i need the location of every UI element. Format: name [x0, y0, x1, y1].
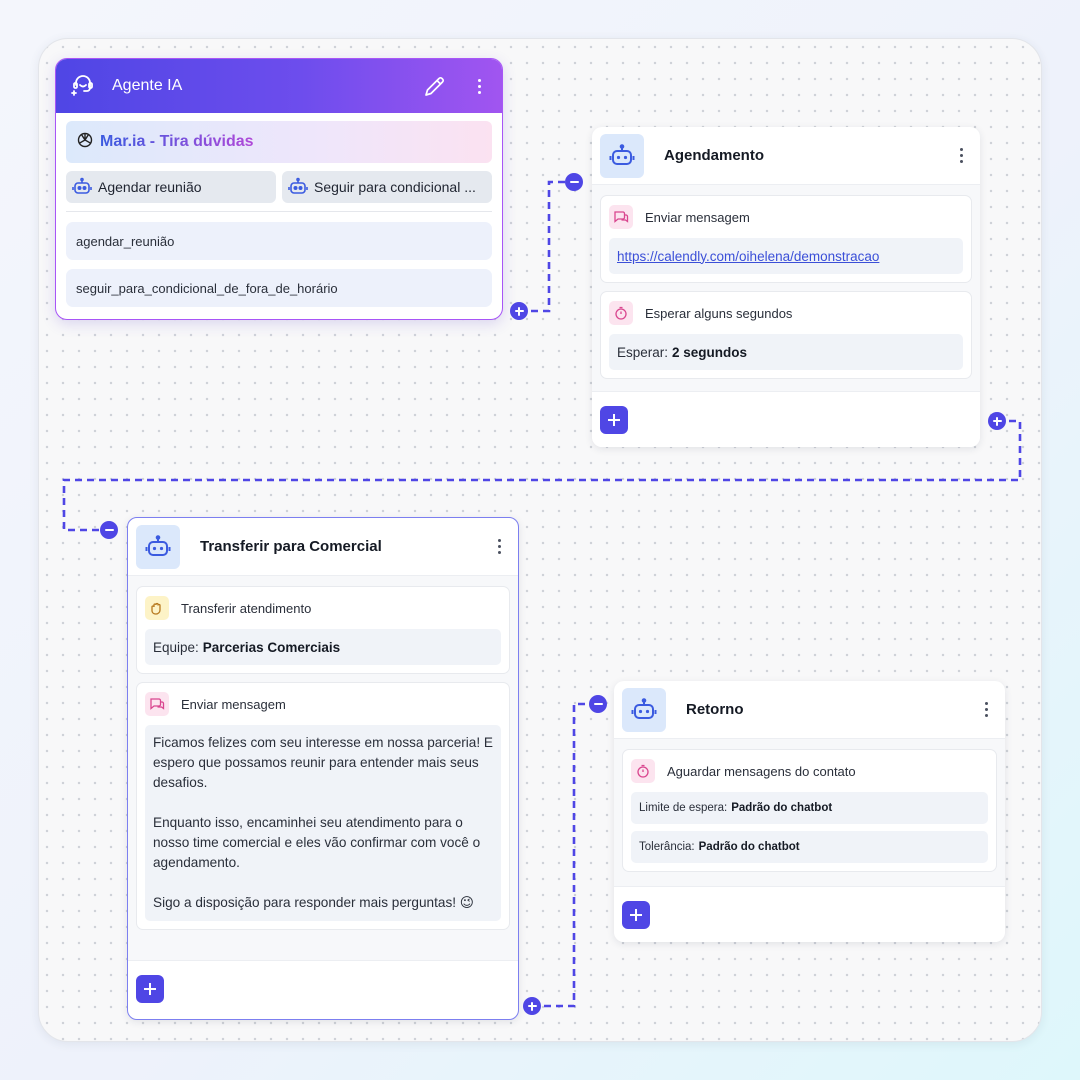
handoff-icon — [145, 596, 169, 620]
timer-icon — [631, 759, 655, 783]
robot-icon — [622, 687, 666, 732]
wait-label: Esperar: — [617, 344, 669, 360]
message-paragraph: Ficamos felizes com seu interesse em nos… — [153, 735, 493, 790]
step-await-messages[interactable]: Aguardar mensagens do contato Limite de … — [622, 749, 997, 872]
timer-icon — [609, 301, 633, 325]
tolerance-label: Tolerância: — [639, 841, 695, 853]
agent-output-port[interactable] — [510, 302, 528, 320]
team-name: Parcerias Comerciais — [202, 639, 341, 655]
openai-logo-icon — [76, 131, 94, 154]
message-paragraph: Enquanto isso, encaminhei seu atendiment… — [153, 815, 481, 870]
divider — [66, 211, 492, 212]
transferir-input-port[interactable] — [100, 521, 118, 539]
robot-icon — [288, 177, 308, 194]
agent-chip-label: Agendar reunião — [98, 179, 202, 195]
team-label: Equipe: — [153, 639, 199, 655]
retorno-input-port[interactable] — [589, 695, 607, 713]
step-label: Enviar mensagem — [645, 209, 750, 225]
add-step-button[interactable] — [600, 405, 628, 434]
ai-agent-card[interactable]: Agente IA Mar.ia - Tira dúvidas Agendar … — [55, 58, 503, 320]
step-wait-seconds[interactable]: Esperar alguns segundos Esperar: 2 segun… — [600, 291, 972, 379]
agent-function-item[interactable]: seguir_para_condicional_de_fora_de_horár… — [66, 269, 492, 307]
agent-model-name: Mar.ia - Tira dúvidas — [100, 133, 254, 150]
step-label: Transferir atendimento — [181, 600, 312, 616]
step-label: Aguardar mensagens do contato — [667, 763, 856, 779]
agent-model-selector[interactable]: Mar.ia - Tira dúvidas — [66, 121, 492, 163]
chat-bubble-icon — [145, 692, 169, 716]
chat-bubble-icon — [609, 205, 633, 229]
agent-function-item[interactable]: agendar_reunião — [66, 222, 492, 260]
step-transfer[interactable]: Transferir atendimento Equipe: Parcerias… — [136, 586, 510, 674]
retorno-card[interactable]: Retorno Aguardar mensagens do contato Li… — [614, 681, 1005, 942]
card-title: Agendamento — [664, 147, 765, 164]
agent-card-title: Agente IA — [112, 77, 183, 94]
add-step-button[interactable] — [136, 975, 164, 1003]
message-paragraph: Sigo a disposição para responder mais pe… — [153, 895, 474, 910]
transferir-output-port[interactable] — [523, 997, 541, 1015]
wait-limit-label: Limite de espera: — [639, 802, 728, 814]
agent-chip-label: Seguir para condicional ... — [314, 179, 476, 195]
step-label: Esperar alguns segundos — [645, 305, 793, 321]
tolerance-value: Padrão do chatbot — [698, 841, 800, 853]
more-menu-icon[interactable] — [952, 145, 970, 167]
more-menu-icon[interactable] — [490, 536, 508, 558]
team-value: Equipe: Parcerias Comerciais — [145, 629, 501, 665]
card-title: Retorno — [686, 701, 744, 718]
agent-chip-seguir[interactable]: Seguir para condicional ... — [282, 171, 492, 203]
robot-icon — [600, 133, 644, 178]
agent-more-menu-icon[interactable] — [470, 75, 488, 97]
wait-limit-value: Padrão do chatbot — [731, 802, 833, 814]
more-menu-icon[interactable] — [977, 699, 995, 721]
agent-chip-agendar[interactable]: Agendar reunião — [66, 171, 276, 203]
step-send-message[interactable]: Enviar mensagem https://calendly.com/oih… — [600, 195, 972, 283]
tolerance-row: Tolerância: Padrão do chatbot — [631, 831, 988, 863]
wait-limit-row: Limite de espera: Padrão do chatbot — [631, 792, 988, 824]
agendamento-output-port[interactable] — [988, 412, 1006, 430]
agendamento-input-port[interactable] — [565, 173, 583, 191]
card-title: Transferir para Comercial — [200, 538, 382, 555]
step-send-message[interactable]: Enviar mensagem Ficamos felizes com seu … — [136, 682, 510, 930]
calendly-link[interactable]: https://calendly.com/oihelena/demonstrac… — [617, 249, 879, 264]
wait-amount: 2 segundos — [672, 344, 748, 360]
step-label: Enviar mensagem — [181, 696, 286, 712]
robot-icon — [72, 177, 92, 194]
agent-card-header: Agente IA — [56, 59, 502, 113]
message-link-value: https://calendly.com/oihelena/demonstrac… — [609, 238, 963, 274]
ai-headset-icon — [70, 71, 96, 102]
robot-icon — [136, 524, 180, 569]
agendamento-card[interactable]: Agendamento Enviar mensagem https://cale… — [592, 127, 980, 447]
pencil-icon[interactable] — [422, 73, 448, 99]
message-text: Ficamos felizes com seu interesse em nos… — [145, 725, 501, 921]
add-step-button[interactable] — [622, 900, 650, 929]
wait-value: Esperar: 2 segundos — [609, 334, 963, 370]
transferir-comercial-card[interactable]: Transferir para Comercial Transferir ate… — [127, 517, 519, 1020]
